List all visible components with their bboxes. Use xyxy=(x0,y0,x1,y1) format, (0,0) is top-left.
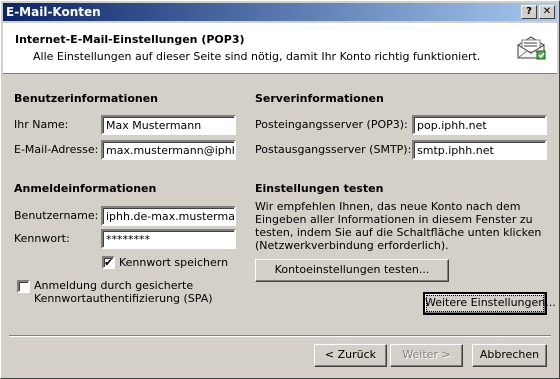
more-settings-button-label: Weitere Einstellungen... xyxy=(425,296,556,309)
back-button[interactable]: < Zurück xyxy=(314,344,387,367)
outgoing-server-input[interactable]: smtp.iphh.net xyxy=(412,140,547,160)
password-label: Kennwort: xyxy=(14,232,70,245)
page-title: Internet-E-Mail-Einstellungen (POP3) xyxy=(15,33,245,46)
help-button[interactable]: ? xyxy=(521,5,537,19)
name-input[interactable]: Max Mustermann xyxy=(101,115,236,135)
email-input[interactable]: max.mustermann@iphh.de xyxy=(101,140,236,160)
window-title: E-Mail-Konten xyxy=(6,5,101,19)
name-label: Ihr Name: xyxy=(14,118,69,131)
server-info-heading: Serverinformationen xyxy=(255,92,384,105)
email-accounts-dialog: E-Mail-Konten ? ✕ Internet-E-Mail-Einste… xyxy=(0,0,560,379)
save-password-label[interactable]: Kennwort speichern xyxy=(119,256,228,269)
page-subtitle: Alle Einstellungen auf dieser Seite sind… xyxy=(33,50,481,63)
password-input[interactable]: ******** xyxy=(101,229,236,249)
username-label: Benutzername: xyxy=(14,209,99,222)
checkmark-icon: ✔ xyxy=(104,256,114,269)
email-label: E-Mail-Adresse: xyxy=(14,143,99,156)
test-account-button-label: Kontoeinstellungen testen... xyxy=(274,263,430,276)
login-info-heading: Anmeldeinformationen xyxy=(14,182,157,195)
title-bar[interactable]: E-Mail-Konten ? ✕ xyxy=(3,3,557,21)
test-account-button[interactable]: Kontoeinstellungen testen... xyxy=(255,259,449,282)
next-button[interactable]: Weiter > xyxy=(390,344,463,367)
test-settings-description: Wir empfehlen Ihnen, das neue Konto nach… xyxy=(255,200,542,252)
wizard-header: Internet-E-Mail-Einstellungen (POP3) All… xyxy=(3,23,557,74)
close-button[interactable]: ✕ xyxy=(539,5,555,19)
user-info-heading: Benutzerinformationen xyxy=(14,92,159,105)
save-password-checkbox[interactable]: ✔ xyxy=(102,256,115,269)
footer-divider xyxy=(9,335,551,337)
spa-checkbox[interactable] xyxy=(17,280,30,293)
cancel-button-label: Abbrechen xyxy=(479,348,540,361)
incoming-server-input[interactable]: pop.iphh.net xyxy=(412,115,547,135)
spa-label[interactable]: Anmeldung durch gesicherte Kennwortauthe… xyxy=(34,279,234,305)
next-button-label: Weiter > xyxy=(402,348,451,361)
username-input[interactable]: iphh.de-max.mustermann xyxy=(101,206,236,226)
mail-envelope-icon xyxy=(517,36,546,60)
cancel-button[interactable]: Abbrechen xyxy=(472,344,547,367)
more-settings-button[interactable]: Weitere Einstellungen... xyxy=(423,292,556,315)
test-settings-heading: Einstellungen testen xyxy=(255,182,384,195)
outgoing-server-label: Postausgangsserver (SMTP): xyxy=(255,143,412,156)
back-button-label: < Zurück xyxy=(324,348,377,361)
incoming-server-label: Posteingangsserver (POP3): xyxy=(255,118,408,131)
